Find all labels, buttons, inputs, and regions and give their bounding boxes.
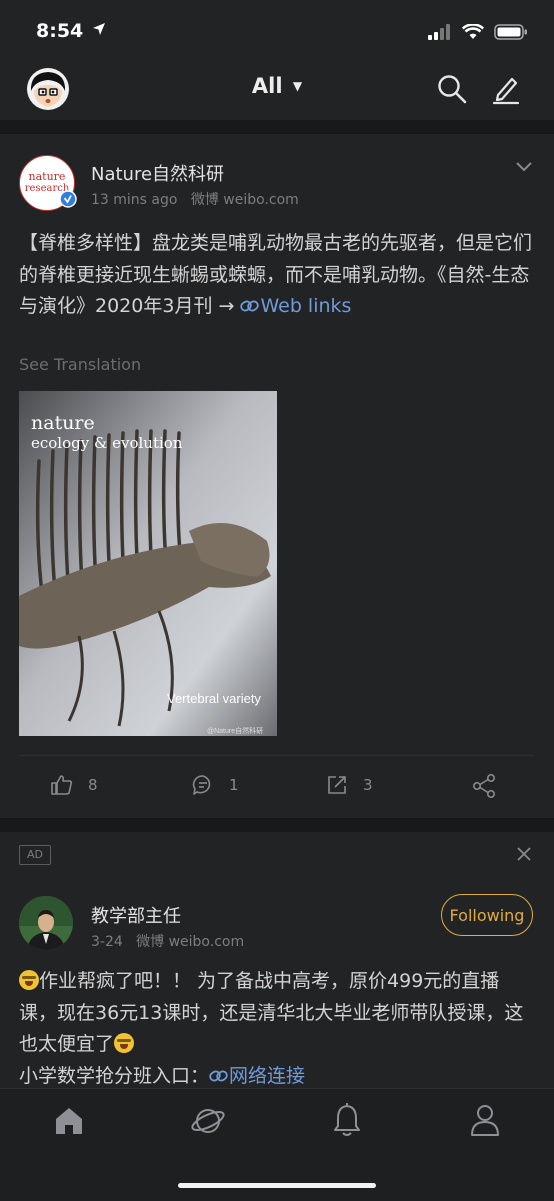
ad-time: 3-24	[91, 934, 123, 950]
search-icon[interactable]	[437, 74, 467, 104]
status-icons	[428, 22, 528, 42]
thumbs-up-icon	[51, 775, 73, 795]
notifications-bell-icon[interactable]	[333, 1103, 361, 1137]
comment-count: 1	[229, 776, 239, 794]
skeleton-photo: nature ecology & evolution Vertebral var…	[19, 391, 277, 736]
post-time: 13 mins ago	[91, 192, 178, 208]
like-button[interactable]: 8	[50, 773, 98, 797]
verified-badge-icon	[59, 190, 77, 208]
see-translation-link[interactable]: See Translation	[19, 355, 141, 374]
post-meta: 13 mins ago 微博 weibo.com	[91, 189, 299, 209]
ad-text: 作业帮疯了吧！！ 为了备战中高考，原价499元的直播课，现在36元13课时，还是…	[19, 966, 534, 1092]
comment-icon	[192, 775, 211, 795]
image-watermark: @Nature自然科研	[207, 726, 263, 735]
image-caption: Vertebral variety	[167, 691, 261, 706]
chevron-down-icon[interactable]	[514, 160, 534, 174]
post-author-name[interactable]: Nature自然科研	[91, 160, 224, 186]
location-arrow-icon	[92, 23, 105, 35]
ad-badge: AD	[19, 845, 51, 865]
battery-icon	[494, 24, 527, 40]
image-title-line2: ecology & evolution	[31, 434, 183, 452]
repost-button[interactable]: 3	[325, 773, 373, 797]
cellular-signal-icon	[428, 24, 450, 40]
feed-separator	[0, 818, 554, 832]
ad-source: 微博 weibo.com	[136, 934, 245, 950]
logo-text: nature	[28, 170, 66, 183]
image-title-line1: nature	[31, 412, 95, 434]
home-indicator	[178, 1183, 376, 1188]
link-icon	[240, 300, 260, 312]
laughing-emoji-icon	[114, 1033, 135, 1053]
web-links[interactable]: Web links	[240, 295, 351, 317]
ad-body-line2: 小学数学抢分班入口：	[19, 1064, 210, 1087]
share-icon[interactable]	[472, 773, 496, 799]
feed-filter-dropdown[interactable]: All ▼	[0, 74, 554, 98]
web-links-label: Web links	[260, 295, 352, 317]
repost-count: 3	[363, 776, 373, 794]
network-link-label: 网络连接	[229, 1064, 306, 1087]
ad-meta: 3-24 微博 weibo.com	[91, 931, 244, 951]
network-link[interactable]: 网络连接	[209, 1065, 305, 1087]
post-text: 【脊椎多样性】盘龙类是哺乳动物最古老的先驱者，但是它们的脊椎更接近现生蜥蜴或蝾螈…	[19, 228, 534, 323]
home-icon[interactable]	[54, 1105, 84, 1135]
status-time: 8:54	[36, 20, 106, 42]
like-count: 8	[88, 776, 98, 794]
post-author-avatar[interactable]: nature research	[19, 155, 77, 211]
feed-separator	[0, 120, 554, 134]
link-icon	[209, 1070, 228, 1081]
following-button[interactable]: Following	[441, 894, 533, 936]
post-image[interactable]: nature ecology & evolution Vertebral var…	[19, 391, 277, 736]
close-icon[interactable]	[516, 846, 532, 862]
post-actions-divider	[19, 755, 534, 756]
profile-person-icon[interactable]	[470, 1103, 500, 1137]
ad-body: 作业帮疯了吧！！ 为了备战中高考，原价499元的直播课，现在36元13课时，还是…	[19, 970, 524, 1055]
ad-author-avatar[interactable]	[19, 896, 73, 950]
discover-planet-icon[interactable]	[190, 1104, 226, 1138]
post-source: 微博 weibo.com	[190, 192, 299, 208]
ad-author-name[interactable]: 教学部主任	[91, 902, 181, 928]
compose-icon[interactable]	[490, 73, 522, 105]
repost-icon	[328, 776, 346, 794]
laughing-emoji-icon	[19, 970, 39, 990]
caret-down-icon: ▼	[292, 79, 303, 93]
wifi-icon	[462, 24, 484, 39]
comment-button[interactable]: 1	[191, 773, 239, 797]
